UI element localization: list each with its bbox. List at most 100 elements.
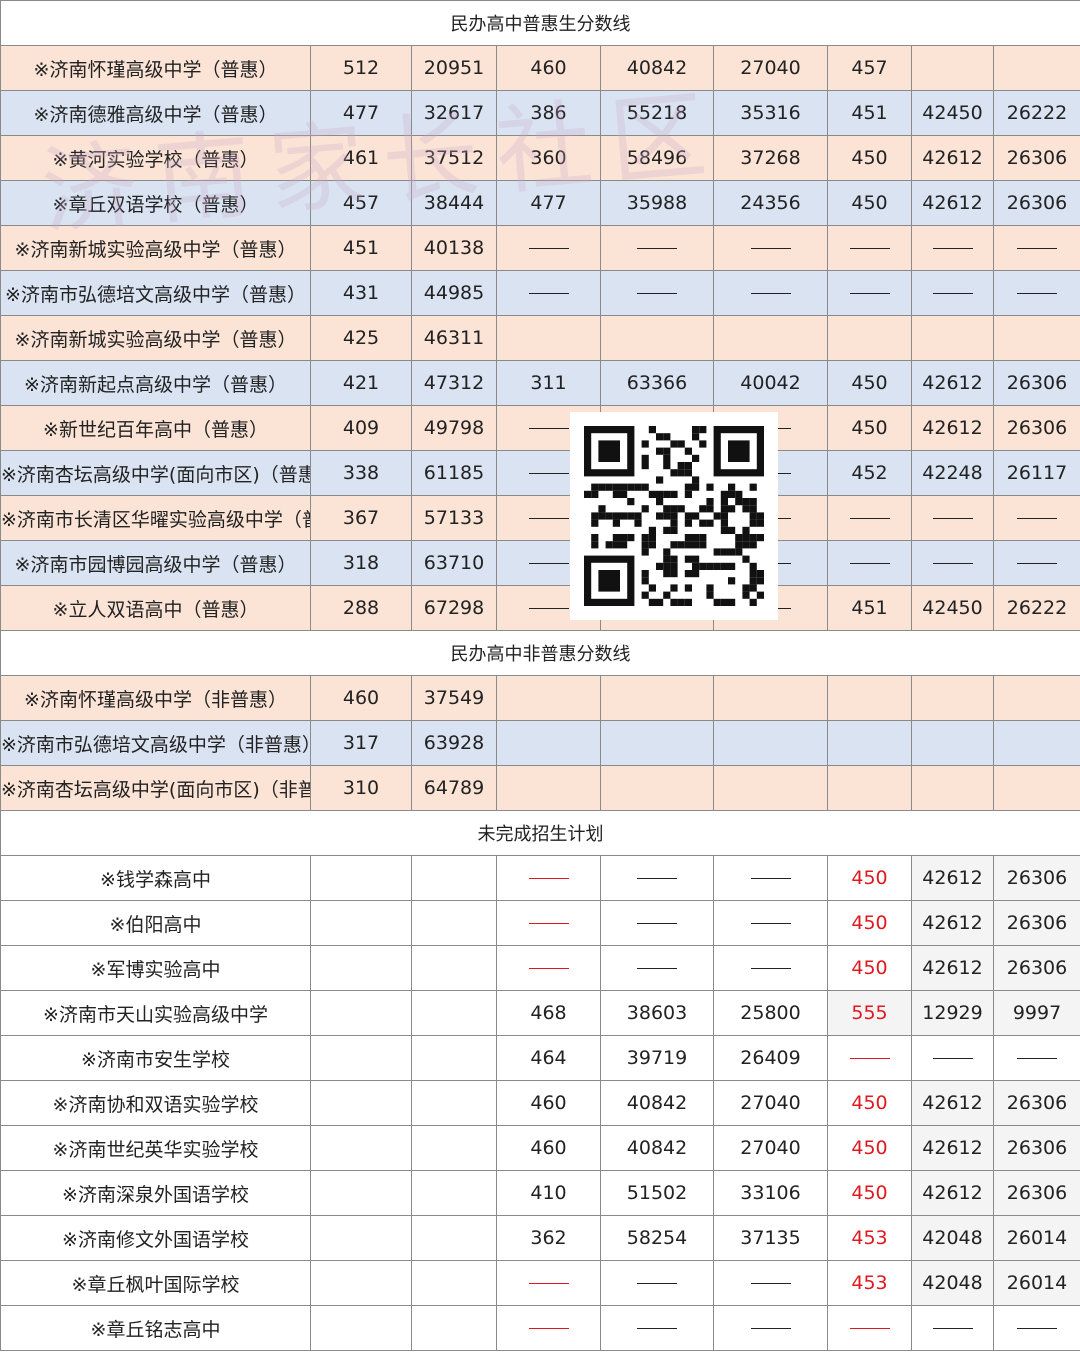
table-cell [911, 315, 994, 361]
table-cell: 49798 [411, 405, 497, 451]
table-cell: 451 [827, 90, 912, 136]
table-cell: 360 [496, 135, 601, 181]
empty-dash [496, 855, 601, 901]
table-cell: 61185 [411, 450, 497, 496]
table-cell [411, 990, 497, 1036]
table-cell: 42612 [911, 360, 994, 406]
table-cell: 37135 [713, 1215, 828, 1261]
table-cell: 26014 [992, 1215, 1080, 1261]
school-name: ※济南杏坛高级中学(面向市区)（普惠） [0, 450, 311, 496]
dash-mark [849, 248, 890, 249]
section-title: 民办高中普惠生分数线 [0, 0, 1080, 46]
dash-mark [932, 293, 973, 294]
dash-mark [1017, 293, 1057, 294]
table-cell [992, 315, 1080, 361]
table-cell: 453 [827, 1215, 912, 1261]
table-cell: 318 [310, 540, 412, 586]
table-cell: 27040 [713, 1080, 828, 1126]
table-cell: 47312 [411, 360, 497, 406]
school-name: ※黄河实验学校（普惠） [0, 135, 311, 181]
dash-mark [528, 1283, 569, 1284]
dash-mark [528, 968, 569, 969]
table-cell: 338 [310, 450, 412, 496]
table-cell: 450 [827, 1170, 912, 1216]
dash-mark [637, 248, 677, 249]
school-name: ※钱学森高中 [0, 855, 311, 901]
table-cell: 63710 [411, 540, 497, 586]
empty-dash [713, 270, 828, 316]
table-row: ※伯阳高中 450 42612 26306 [0, 900, 1080, 946]
table-cell [411, 855, 497, 901]
empty-dash [911, 270, 994, 316]
table-cell: 40842 [600, 45, 714, 91]
table-cell [827, 720, 912, 766]
table-row: ※钱学森高中 450 42612 26306 [0, 855, 1080, 901]
table-cell: 9997 [992, 990, 1080, 1036]
table-cell: 386 [496, 90, 601, 136]
empty-dash [992, 225, 1080, 271]
dash-mark [1017, 1058, 1057, 1059]
table-cell [600, 720, 714, 766]
table-cell [411, 1035, 497, 1081]
dash-mark [1017, 248, 1057, 249]
table-cell: 63366 [600, 360, 714, 406]
school-name: ※济南协和双语实验学校 [0, 1080, 311, 1126]
dash-mark [750, 878, 791, 879]
school-name: ※立人双语高中（普惠） [0, 585, 311, 631]
table-cell: 44985 [411, 270, 497, 316]
table-cell: 42612 [911, 900, 994, 946]
table-row: ※济南协和双语实验学校 460 40842 27040 450 42612 26306 [0, 1080, 1080, 1126]
empty-dash [827, 540, 912, 586]
table-cell: 26222 [992, 585, 1080, 631]
table-cell: 46311 [411, 315, 497, 361]
table-cell: 40138 [411, 225, 497, 271]
school-name: ※济南市安生学校 [0, 1035, 311, 1081]
table-cell: 40042 [713, 360, 828, 406]
table-row: ※济南怀瑾高级中学（非普惠） 460 37549 [0, 675, 1080, 721]
table-row: ※济南市长清区华曜实验高级中学（普惠）36757133 [0, 495, 1080, 541]
dash-mark [750, 923, 791, 924]
table-cell: 37549 [411, 675, 497, 721]
table-cell [411, 1170, 497, 1216]
empty-dash [911, 1035, 994, 1081]
table-cell [310, 855, 412, 901]
table-cell: 477 [496, 180, 601, 226]
table-cell: 460 [310, 675, 412, 721]
section-title: 民办高中非普惠分数线 [0, 630, 1080, 676]
empty-dash [992, 1035, 1080, 1081]
table-cell [713, 720, 828, 766]
table-cell: 26306 [992, 1170, 1080, 1216]
table-cell: 512 [310, 45, 412, 91]
school-name: ※济南深泉外国语学校 [0, 1170, 311, 1216]
table-row: ※济南市弘德培文高级中学（非普惠） 317 63928 [0, 720, 1080, 766]
table-cell: 33106 [713, 1170, 828, 1216]
empty-dash [713, 945, 828, 991]
school-name: ※济南市天山实验高级中学 [0, 990, 311, 1036]
empty-dash [911, 1305, 994, 1351]
empty-dash [713, 225, 828, 271]
dash-mark [637, 1283, 677, 1284]
empty-dash [827, 270, 912, 316]
school-name: ※章丘铭志高中 [0, 1305, 311, 1351]
table-cell: 63928 [411, 720, 497, 766]
empty-dash [911, 540, 994, 586]
empty-dash [713, 1260, 828, 1306]
table-cell: 37512 [411, 135, 497, 181]
dash-mark [637, 878, 677, 879]
table-cell: 42450 [911, 90, 994, 136]
table-cell: 367 [310, 495, 412, 541]
school-name: ※新世纪百年高中（普惠） [0, 405, 311, 451]
school-name: ※济南世纪英华实验学校 [0, 1125, 311, 1171]
empty-dash [600, 225, 714, 271]
table-cell: 477 [310, 90, 412, 136]
table-cell [310, 1305, 412, 1351]
table-cell: 12929 [911, 990, 994, 1036]
dash-mark [528, 923, 569, 924]
table-cell: 468 [496, 990, 601, 1036]
table-cell [600, 315, 714, 361]
table-cell: 35316 [713, 90, 828, 136]
dash-mark [637, 1328, 677, 1329]
table-cell: 40842 [600, 1080, 714, 1126]
school-name: ※济南新起点高级中学（普惠） [0, 360, 311, 406]
table-cell: 450 [827, 405, 912, 451]
